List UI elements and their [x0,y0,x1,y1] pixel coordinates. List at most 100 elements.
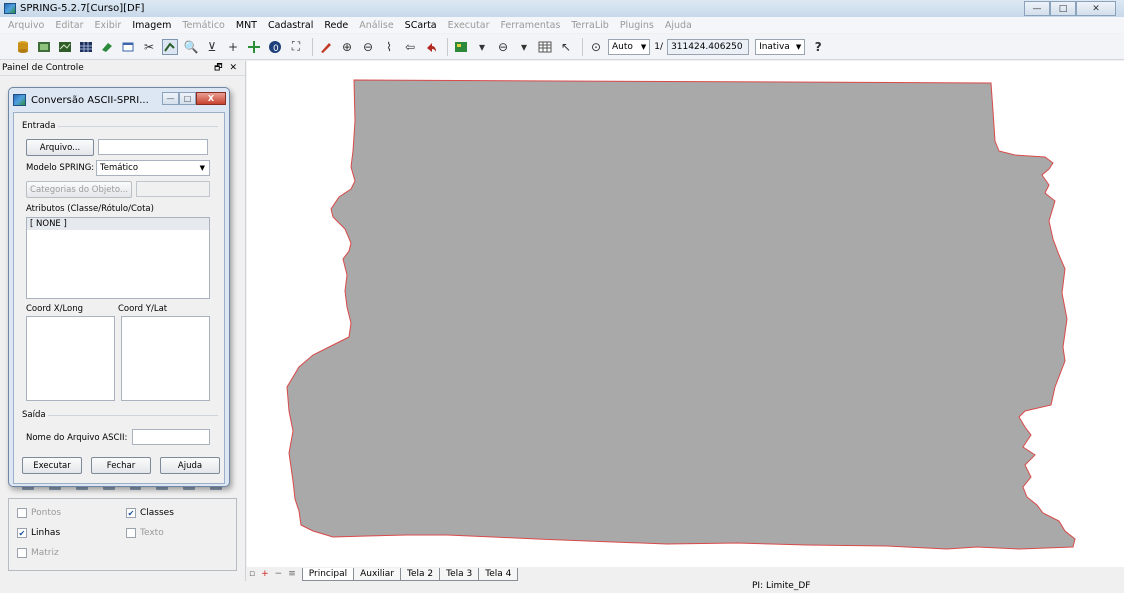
menu-editar[interactable]: Editar [55,20,83,31]
fechar-button[interactable]: Fechar [91,457,151,474]
zoom-scale-icon[interactable]: ⊖ [494,38,512,56]
coord-x-list[interactable] [26,316,115,401]
df-boundary-polygon[interactable] [286,79,1076,550]
scale-input[interactable]: 311424.406250 [667,38,750,55]
checkbox-classes[interactable]: ✔ [126,508,136,518]
modelo-spring-select[interactable]: Temático ▼ [96,160,210,176]
map-canvas[interactable] [247,61,1124,567]
map-svg [286,79,1076,550]
maximize-button[interactable]: □ [1050,1,1076,16]
option-classes[interactable]: ✔ Classes [126,508,174,518]
menu-terralib[interactable]: TerraLib [571,20,608,31]
back-arrow-icon[interactable]: ⇦ [401,38,419,56]
undo-icon[interactable] [422,38,440,56]
help-icon[interactable]: ? [809,38,827,56]
menu-mnt[interactable]: MNT [236,20,257,31]
window-icon[interactable] [119,38,137,56]
checkbox-texto[interactable] [126,528,136,538]
executar-button[interactable]: Executar [22,457,82,474]
scissors-icon[interactable]: ✂ [140,38,158,56]
control-panel-header: Painel de Controle 🗗 ✕ [0,61,245,76]
layer-icon[interactable] [56,38,74,56]
coord-y-list[interactable] [121,316,210,401]
categorias-objeto-button[interactable]: Categorias do Objeto... [26,181,132,198]
pan-icon[interactable] [245,38,263,56]
menu-plugins[interactable]: Plugins [620,20,654,31]
menu-bar: Arquivo Editar Exibir Imagem Temático MN… [0,17,1124,33]
menu-rede[interactable]: Rede [324,20,348,31]
option-matriz[interactable]: Matriz [17,548,59,558]
checkbox-linhas[interactable]: ✔ [17,528,27,538]
crosshair-icon[interactable]: + [224,38,242,56]
panel-float-close-icon[interactable]: 🗗 ✕ [214,60,239,76]
grid-icon[interactable] [77,38,95,56]
eraser-icon[interactable] [98,38,116,56]
table-icon[interactable] [536,38,554,56]
menu-imagem[interactable]: Imagem [132,20,171,31]
tab-tela-3[interactable]: Tela 3 [439,567,480,581]
menu-exibir[interactable]: Exibir [95,20,122,31]
menu-arquivo[interactable]: Arquivo [8,20,44,31]
status-bar: PI: Limite_DF [0,581,1124,593]
saida-group-label: Saída [22,410,46,420]
tab-remove-icon[interactable]: − [275,569,283,579]
close-button[interactable]: ✕ [1076,1,1116,16]
menu-tematico[interactable]: Temático [182,20,225,31]
scale-prefix: 1/ [654,41,664,52]
control-panel-title: Painel de Controle [2,63,84,73]
dialog-maximize-button[interactable]: □ [179,92,196,105]
edit-pencil-icon[interactable] [317,38,335,56]
dialog-close-button[interactable]: X [196,92,226,105]
tab-add-icon[interactable]: + [261,569,269,579]
database-icon[interactable] [14,38,32,56]
tab-auxiliar[interactable]: Auxiliar [353,567,402,581]
minimize-button[interactable]: — [1024,1,1050,16]
menu-cadastral[interactable]: Cadastral [268,20,313,31]
tab-tela-2[interactable]: Tela 2 [400,567,441,581]
tab-principal[interactable]: Principal [301,567,355,581]
checkbox-pontos[interactable] [17,508,27,518]
menu-executar[interactable]: Executar [448,20,490,31]
list-item[interactable]: [ NONE ] [27,218,209,230]
dialog-title-bar[interactable]: Conversão ASCII-SPRI... — □ X [9,88,229,112]
menu-ferramentas[interactable]: Ferramentas [500,20,560,31]
ajuda-button[interactable]: Ajuda [160,457,220,474]
dialog-minimize-button[interactable]: — [162,92,179,105]
zoom-mode-select[interactable]: Auto ▼ [608,38,651,55]
zoom-plus-icon[interactable]: ⊕ [338,38,356,56]
atributos-list[interactable]: [ NONE ] [26,217,210,299]
info-icon[interactable]: 0 [266,38,284,56]
pointer-star-icon[interactable]: ↖ [557,38,575,56]
project-icon[interactable] [35,38,53,56]
dialog-title: Conversão ASCII-SPRI... [31,94,149,106]
checkbox-matriz[interactable] [17,548,27,558]
dropdown-arrow-icon[interactable]: ▾ [473,38,491,56]
menu-ajuda[interactable]: Ajuda [665,20,692,31]
menu-analise[interactable]: Análise [359,20,393,31]
entrada-group-label: Entrada [22,121,56,131]
option-linhas[interactable]: ✔ Linhas [17,528,60,538]
dialog-app-icon [13,94,26,106]
zoom-in-icon[interactable]: 🔍 [182,38,200,56]
categoria-field[interactable] [136,181,210,197]
tab-list-icon[interactable]: ≡ [288,569,296,579]
arquivo-path-field[interactable] [98,139,208,155]
chevron-down-icon: ▼ [199,164,205,172]
nome-arquivo-ascii-input[interactable] [132,429,210,445]
menu-scarta[interactable]: SCarta [405,20,437,31]
tab-restore-icon[interactable]: ▫ [249,569,255,579]
layer-state-select[interactable]: Inativa ▼ [755,38,806,55]
palette-icon[interactable] [452,38,470,56]
cursor-icon[interactable]: ⛶ [287,38,305,56]
link-icon[interactable]: ⊙ [587,38,605,56]
zoom-mode-value: Auto [612,41,633,52]
draw-icon[interactable] [161,38,179,56]
arquivo-button[interactable]: Arquivo... [26,139,94,156]
zoom-area-icon[interactable]: ⊻ [203,38,221,56]
lasso-icon[interactable]: ⌇ [380,38,398,56]
option-pontos[interactable]: Pontos [17,508,61,518]
zoom-minus-icon[interactable]: ⊖ [359,38,377,56]
option-texto[interactable]: Texto [126,528,164,538]
tab-tela-4[interactable]: Tela 4 [478,567,519,581]
dropdown-arrow-icon-2[interactable]: ▾ [515,38,533,56]
